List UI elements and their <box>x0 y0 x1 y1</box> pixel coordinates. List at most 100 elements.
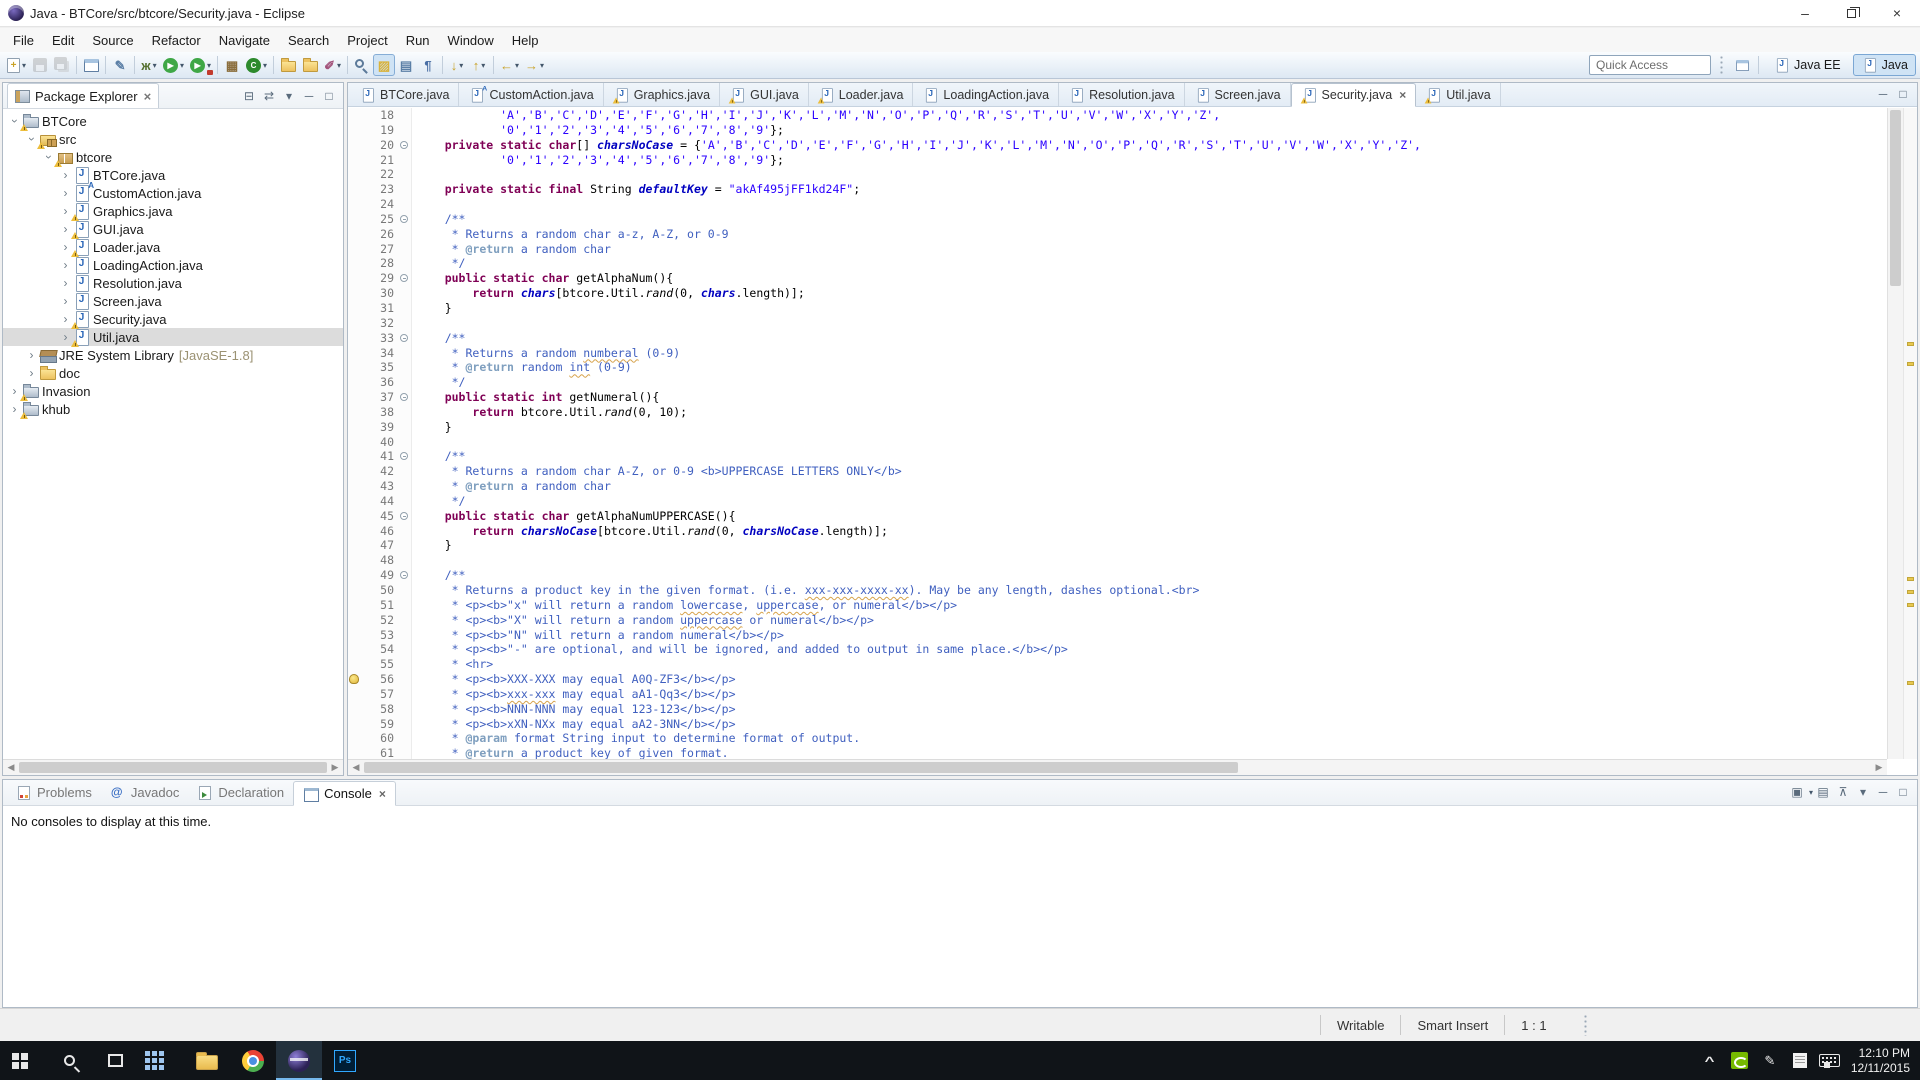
close-view-icon[interactable]: × <box>144 89 152 104</box>
tree-item-gui.java[interactable]: ›GUI.java <box>3 220 343 239</box>
editor-vertical-scrollbar[interactable] <box>1887 108 1903 759</box>
open-perspective-button[interactable] <box>1732 55 1752 75</box>
team-folder-button[interactable] <box>277 54 299 76</box>
editor-tab-loadingaction.java[interactable]: LoadingAction.java <box>913 83 1060 106</box>
tray-expand-button[interactable]: ^ <box>1695 1041 1725 1080</box>
fold-gutter[interactable] <box>398 508 412 524</box>
dropdown-arrow-icon[interactable]: ▾ <box>263 61 267 70</box>
dropdown-arrow-icon[interactable]: ▾ <box>459 61 463 70</box>
package-explorer-tab[interactable]: Package Explorer × <box>7 83 160 108</box>
collapse-all-icon[interactable]: ⊟ <box>239 86 259 106</box>
menu-source[interactable]: Source <box>83 30 142 51</box>
view-menu-icon[interactable]: ▾ <box>1853 782 1873 802</box>
minimize-window-button[interactable]: – <box>1782 0 1828 27</box>
tree-item-customaction.java[interactable]: › ACustomAction.java <box>3 181 343 202</box>
tree-item-invasion[interactable]: › Invasion <box>3 382 343 401</box>
console-tab-declaration[interactable]: Declaration <box>188 780 293 805</box>
chevron-collapsed-icon[interactable]: › <box>58 169 73 181</box>
restore-window-button[interactable] <box>1828 0 1874 27</box>
maximize-view-icon[interactable]: □ <box>319 86 339 106</box>
menu-window[interactable]: Window <box>439 30 503 51</box>
new-java-project-button[interactable]: ▦ <box>221 54 243 76</box>
print-button[interactable] <box>80 54 102 76</box>
close-tab-icon[interactable]: × <box>1399 88 1406 102</box>
menu-run[interactable]: Run <box>397 30 439 51</box>
menu-navigate[interactable]: Navigate <box>210 30 279 51</box>
warning-mark[interactable] <box>1907 589 1914 594</box>
maximize-view-icon[interactable]: □ <box>1893 782 1913 802</box>
task-view-button[interactable] <box>92 1041 138 1080</box>
tree-item-security.java[interactable]: ›Security.java <box>3 310 343 329</box>
tiles-app-button[interactable] <box>138 1041 184 1080</box>
quick-access-input[interactable] <box>1589 55 1712 75</box>
menu-project[interactable]: Project <box>338 30 396 51</box>
save-all-button[interactable] <box>51 54 73 76</box>
tree-item-loader.java[interactable]: ›Loader.java <box>3 238 343 257</box>
scroll-right-icon[interactable]: ▶ <box>327 760 343 775</box>
warning-mark[interactable] <box>1907 576 1914 581</box>
chevron-collapsed-icon[interactable]: › <box>24 367 39 379</box>
taskbar-search-button[interactable] <box>46 1041 92 1080</box>
fold-gutter[interactable] <box>398 211 412 227</box>
fold-gutter[interactable] <box>398 330 412 346</box>
close-tab-icon[interactable]: × <box>379 787 386 801</box>
pen-tray-button[interactable]: ✎ <box>1755 1041 1785 1080</box>
open-folder-button[interactable] <box>299 54 321 76</box>
menu-help[interactable]: Help <box>503 30 548 51</box>
collapse-fold-icon[interactable] <box>400 274 408 283</box>
tree-item-graphics.java[interactable]: ›Graphics.java <box>3 202 343 221</box>
dropdown-arrow-icon[interactable]: ▾ <box>540 61 544 70</box>
search-button[interactable] <box>351 54 373 76</box>
mark-occurrences-button[interactable]: ▨ <box>372 54 395 76</box>
warning-mark[interactable] <box>1907 361 1914 366</box>
open-console-icon[interactable]: ▣ <box>1787 782 1807 802</box>
chevron-collapsed-icon[interactable]: › <box>58 295 73 307</box>
chevron-collapsed-icon[interactable]: › <box>24 349 39 361</box>
dropdown-arrow-icon[interactable]: ▾ <box>180 61 184 70</box>
warning-mark[interactable] <box>1907 602 1914 607</box>
back-history-button[interactable]: ← ▾ <box>497 54 522 76</box>
editor-tab-screen.java[interactable]: Screen.java <box>1185 83 1291 106</box>
tree-item-btcore.java[interactable]: › BTCore.java <box>3 166 343 184</box>
start-button[interactable] <box>0 1041 46 1080</box>
chevron-collapsed-icon[interactable]: › <box>58 187 73 199</box>
tree-item-screen.java[interactable]: › Screen.java <box>3 292 343 310</box>
save-button[interactable] <box>29 54 51 76</box>
dropdown-arrow-icon[interactable]: ▾ <box>22 61 26 70</box>
menu-edit[interactable]: Edit <box>43 30 83 51</box>
tree-item-btcore[interactable]: › BTCore <box>3 112 343 131</box>
collapse-fold-icon[interactable] <box>400 452 408 461</box>
tree-item-resolution.java[interactable]: › Resolution.java <box>3 274 343 292</box>
perspective-java-ee-button[interactable]: Java EE <box>1765 54 1849 76</box>
nvidia-tray-button[interactable] <box>1725 1041 1755 1080</box>
next-annotation-button[interactable]: ↓ ▾ <box>446 54 468 76</box>
run-button[interactable]: ▶ ▾ <box>160 54 187 76</box>
console-tab-javadoc[interactable]: Javadoc <box>101 780 188 805</box>
file-explorer-button[interactable] <box>184 1041 230 1080</box>
chevron-collapsed-icon[interactable]: › <box>58 277 73 289</box>
fold-gutter[interactable] <box>398 449 412 465</box>
taskbar-clock[interactable]: 12:10 PM 12/11/2015 <box>1845 1046 1920 1076</box>
collapse-fold-icon[interactable] <box>400 140 408 149</box>
overview-ruler[interactable] <box>1903 108 1917 759</box>
editor-horizontal-scrollbar[interactable]: ◀ ▶ <box>348 759 1887 775</box>
collapse-fold-icon[interactable] <box>400 393 408 402</box>
chrome-button[interactable] <box>230 1041 276 1080</box>
editor-tab-util.java[interactable]: Util.java <box>1416 83 1501 106</box>
tree-item-loadingaction.java[interactable]: › LoadingAction.java <box>3 256 343 274</box>
editor-tab-resolution.java[interactable]: Resolution.java <box>1059 83 1185 106</box>
editor-tab-gui.java[interactable]: GUI.java <box>720 83 809 106</box>
collapse-fold-icon[interactable] <box>400 511 408 520</box>
dropdown-arrow-icon[interactable]: ▾ <box>207 61 211 70</box>
forward-history-button[interactable]: → ▾ <box>522 54 547 76</box>
fold-gutter[interactable] <box>398 137 412 153</box>
dropdown-arrow-icon[interactable]: ▾ <box>515 61 519 70</box>
tree-item-doc[interactable]: › doc <box>3 364 343 382</box>
show-whitespace-button[interactable]: ¶ <box>417 54 439 76</box>
display-selected-console-icon[interactable]: ▤ <box>1813 782 1833 802</box>
minimize-view-icon[interactable]: ─ <box>1873 84 1893 104</box>
console-tab-console[interactable]: Console × <box>293 781 396 806</box>
perspective-java-button[interactable]: Java <box>1852 54 1916 76</box>
menu-refactor[interactable]: Refactor <box>143 30 210 51</box>
collapse-fold-icon[interactable] <box>400 333 408 342</box>
